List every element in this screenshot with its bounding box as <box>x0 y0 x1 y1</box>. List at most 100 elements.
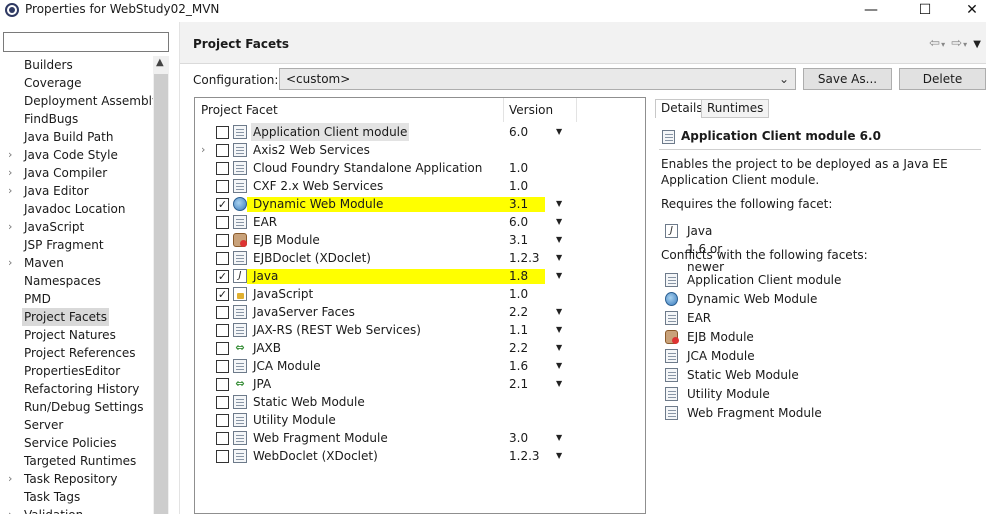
version-dropdown-icon[interactable]: ▼ <box>556 429 562 447</box>
back-menu-icon[interactable]: ▾ <box>941 40 946 49</box>
version-dropdown-icon[interactable]: ▼ <box>556 213 562 231</box>
nav-item[interactable]: PMD <box>0 290 153 308</box>
facet-version[interactable]: 1.0 <box>509 177 528 195</box>
delete-button[interactable]: Delete <box>899 68 986 90</box>
scroll-up-icon[interactable]: ▲ <box>156 57 164 68</box>
facet-checkbox[interactable] <box>216 360 229 373</box>
facet-checkbox[interactable] <box>216 342 229 355</box>
facet-version[interactable]: 1.0 <box>509 285 528 303</box>
nav-item[interactable]: Project References <box>0 344 153 362</box>
facet-checkbox[interactable] <box>216 324 229 337</box>
facet-version[interactable]: 3.1 <box>509 195 528 213</box>
facet-checkbox[interactable] <box>216 450 229 463</box>
version-dropdown-icon[interactable]: ▼ <box>556 123 562 141</box>
column-separator[interactable] <box>503 98 504 122</box>
nav-item[interactable]: Java Build Path <box>0 128 153 146</box>
nav-item[interactable]: PropertiesEditor <box>0 362 153 380</box>
nav-item[interactable]: Run/Debug Settings <box>0 398 153 416</box>
facet-version[interactable]: 3.1 <box>509 231 528 249</box>
version-dropdown-icon[interactable]: ▼ <box>556 303 562 321</box>
facet-row[interactable]: JCA Module 1.6 ▼ <box>195 357 645 375</box>
facet-version[interactable]: 6.0 <box>509 213 528 231</box>
nav-item[interactable]: › Java Code Style <box>0 146 153 164</box>
nav-item[interactable]: JSP Fragment <box>0 236 153 254</box>
facet-row[interactable]: ✓ J Java 1.8 ▼ <box>195 267 645 285</box>
nav-item[interactable]: FindBugs <box>0 110 153 128</box>
version-dropdown-icon[interactable]: ▼ <box>556 249 562 267</box>
column-separator[interactable] <box>576 98 577 122</box>
nav-item[interactable]: Coverage <box>0 74 153 92</box>
facet-version[interactable]: 1.2.3 <box>509 249 540 267</box>
nav-item[interactable]: Server <box>0 416 153 434</box>
forward-menu-icon[interactable]: ▾ <box>963 40 968 49</box>
configuration-select[interactable]: <custom> ⌄ <box>279 68 796 90</box>
view-menu-icon[interactable]: ▼ <box>973 39 982 50</box>
nav-item[interactable]: › Task Repository <box>0 470 153 488</box>
facet-row[interactable]: EJB Module 3.1 ▼ <box>195 231 645 249</box>
nav-item[interactable]: Builders <box>0 56 153 74</box>
facet-row[interactable]: Static Web Module <box>195 393 645 411</box>
facet-checkbox[interactable] <box>216 162 229 175</box>
expand-arrow-icon[interactable]: › <box>8 254 12 272</box>
minimize-button[interactable]: — <box>848 0 894 22</box>
facet-checkbox[interactable] <box>216 144 229 157</box>
version-dropdown-icon[interactable]: ▼ <box>556 339 562 357</box>
facet-checkbox[interactable] <box>216 396 229 409</box>
nav-item[interactable]: › Java Compiler <box>0 164 153 182</box>
facet-checkbox[interactable] <box>216 216 229 229</box>
nav-item[interactable]: Refactoring History <box>0 380 153 398</box>
facet-row[interactable]: JAX-RS (REST Web Services) 1.1 ▼ <box>195 321 645 339</box>
facet-row[interactable]: CXF 2.x Web Services 1.0 <box>195 177 645 195</box>
facet-checkbox[interactable]: ✓ <box>216 198 229 211</box>
facet-checkbox[interactable] <box>216 234 229 247</box>
forward-icon[interactable]: ⇨ <box>951 36 963 51</box>
back-icon[interactable]: ⇦ <box>929 36 941 51</box>
facet-checkbox[interactable] <box>216 432 229 445</box>
facet-row[interactable]: Utility Module <box>195 411 645 429</box>
facet-version[interactable]: 1.1 <box>509 321 528 339</box>
facet-row[interactable]: Application Client module 6.0 ▼ <box>195 123 645 141</box>
facet-checkbox[interactable] <box>216 378 229 391</box>
facet-version[interactable]: 2.2 <box>509 339 528 357</box>
maximize-button[interactable]: ☐ <box>902 0 948 22</box>
facet-checkbox[interactable] <box>216 306 229 319</box>
nav-item[interactable]: › Validation <box>0 506 153 514</box>
nav-item[interactable]: Task Tags <box>0 488 153 506</box>
version-dropdown-icon[interactable]: ▼ <box>556 321 562 339</box>
close-button[interactable]: ✕ <box>949 0 986 22</box>
facet-checkbox[interactable]: ✓ <box>216 288 229 301</box>
expand-arrow-icon[interactable]: › <box>8 470 12 488</box>
facet-row[interactable]: ⇔ JAXB 2.2 ▼ <box>195 339 645 357</box>
facet-row[interactable]: JavaServer Faces 2.2 ▼ <box>195 303 645 321</box>
facet-row[interactable]: Web Fragment Module 3.0 ▼ <box>195 429 645 447</box>
facet-version[interactable]: 1.0 <box>509 159 528 177</box>
facet-version[interactable]: 6.0 <box>509 123 528 141</box>
facet-row[interactable]: ✓ JavaScript 1.0 <box>195 285 645 303</box>
version-dropdown-icon[interactable]: ▼ <box>556 267 562 285</box>
nav-item[interactable]: › JavaScript <box>0 218 153 236</box>
facet-version[interactable]: 2.1 <box>509 375 528 393</box>
facet-checkbox[interactable] <box>216 180 229 193</box>
column-header-facet[interactable]: Project Facet <box>201 103 278 117</box>
version-dropdown-icon[interactable]: ▼ <box>556 375 562 393</box>
nav-item[interactable]: Service Policies <box>0 434 153 452</box>
facet-version[interactable]: 1.6 <box>509 357 528 375</box>
scroll-thumb[interactable] <box>154 74 168 514</box>
facet-row[interactable]: EJBDoclet (XDoclet) 1.2.3 ▼ <box>195 249 645 267</box>
nav-item[interactable]: Targeted Runtimes <box>0 452 153 470</box>
facet-version[interactable]: 3.0 <box>509 429 528 447</box>
expand-arrow-icon[interactable]: › <box>8 164 12 182</box>
version-dropdown-icon[interactable]: ▼ <box>556 231 562 249</box>
column-header-version[interactable]: Version <box>509 103 553 117</box>
nav-item[interactable]: › Java Editor <box>0 182 153 200</box>
version-dropdown-icon[interactable]: ▼ <box>556 447 562 465</box>
nav-item[interactable]: Deployment Assembly <box>0 92 153 110</box>
facet-checkbox[interactable] <box>216 252 229 265</box>
expand-arrow-icon[interactable]: › <box>8 182 12 200</box>
tab-runtimes[interactable]: Runtimes <box>701 99 770 118</box>
expand-arrow-icon[interactable]: › <box>8 218 12 236</box>
expand-arrow-icon[interactable]: › <box>8 146 12 164</box>
facet-row[interactable]: WebDoclet (XDoclet) 1.2.3 ▼ <box>195 447 645 465</box>
version-dropdown-icon[interactable]: ▼ <box>556 195 562 213</box>
expand-arrow-icon[interactable]: › <box>201 141 205 159</box>
